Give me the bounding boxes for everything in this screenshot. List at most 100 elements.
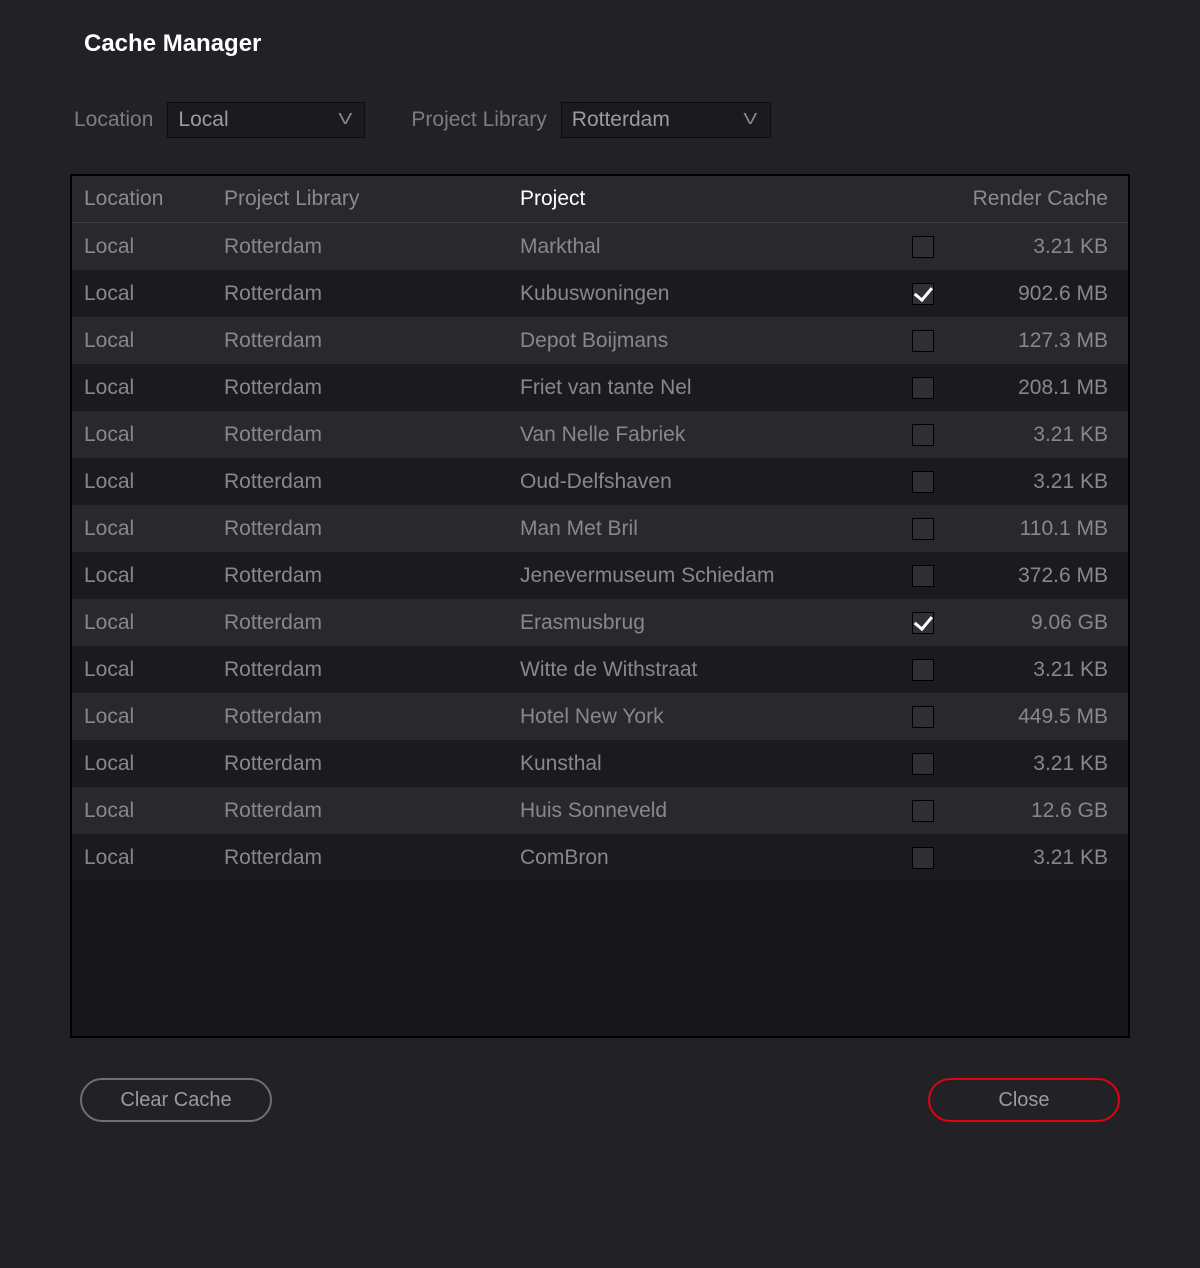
render-cache-checkbox[interactable] — [912, 706, 934, 728]
cell-library: Rotterdam — [224, 235, 520, 259]
cell-library: Rotterdam — [224, 282, 520, 306]
render-cache-checkbox[interactable] — [912, 518, 934, 540]
cell-size: 9.06 GB — [940, 611, 1112, 635]
cell-size: 372.6 MB — [940, 564, 1112, 588]
render-cache-checkbox[interactable] — [912, 565, 934, 587]
cell-location: Local — [84, 376, 224, 400]
cell-project: Kubuswoningen — [520, 282, 912, 306]
cell-location: Local — [84, 423, 224, 447]
render-cache-checkbox[interactable] — [912, 236, 934, 258]
table-row[interactable]: LocalRotterdamKubuswoningen 902.6 MB — [72, 270, 1128, 317]
table-row[interactable]: LocalRotterdamJenevermuseum Schiedam372.… — [72, 552, 1128, 599]
cell-project: Kunsthal — [520, 752, 912, 776]
footer-bar: Clear Cache Close — [70, 1078, 1130, 1122]
location-filter-label: Location — [74, 108, 153, 132]
cell-size: 3.21 KB — [940, 846, 1112, 870]
render-cache-checkbox[interactable] — [912, 800, 934, 822]
cell-location: Local — [84, 329, 224, 353]
chevron-down-icon: V — [338, 111, 352, 129]
cell-project: Oud-Delfshaven — [520, 470, 912, 494]
library-dropdown-value: Rotterdam — [572, 108, 670, 132]
cache-table: Location Project Library Project Render … — [70, 174, 1130, 1038]
cache-manager-window: Cache Manager Location Local V Project L… — [70, 0, 1130, 1162]
table-row[interactable]: LocalRotterdamErasmusbrug9.06 GB — [72, 599, 1128, 646]
table-header-row: Location Project Library Project Render … — [72, 176, 1128, 223]
cell-size: 3.21 KB — [940, 235, 1112, 259]
cell-size: 12.6 GB — [940, 799, 1112, 823]
cell-location: Local — [84, 799, 224, 823]
cell-library: Rotterdam — [224, 376, 520, 400]
column-header-library[interactable]: Project Library — [224, 187, 520, 211]
cell-project: Erasmusbrug — [520, 611, 912, 635]
cell-size: 110.1 MB — [940, 517, 1112, 541]
table-row[interactable]: LocalRotterdamVan Nelle Fabriek3.21 KB — [72, 411, 1128, 458]
cell-size: 902.6 MB — [940, 282, 1112, 306]
cell-location: Local — [84, 282, 224, 306]
table-row[interactable]: LocalRotterdamMan Met Bril 110.1 MB — [72, 505, 1128, 552]
render-cache-checkbox[interactable] — [912, 471, 934, 493]
cell-size: 3.21 KB — [940, 470, 1112, 494]
render-cache-checkbox[interactable] — [912, 377, 934, 399]
cell-project: Van Nelle Fabriek — [520, 423, 912, 447]
cell-library: Rotterdam — [224, 470, 520, 494]
cell-location: Local — [84, 517, 224, 541]
cell-location: Local — [84, 470, 224, 494]
library-filter-label: Project Library — [411, 108, 546, 132]
column-header-project[interactable]: Project — [520, 187, 912, 211]
table-row[interactable]: LocalRotterdamWitte de Withstraat3.21 KB — [72, 646, 1128, 693]
column-header-render-cache[interactable]: Render Cache — [940, 187, 1112, 211]
render-cache-checkbox[interactable] — [912, 659, 934, 681]
cell-project: Depot Boijmans — [520, 329, 912, 353]
table-row[interactable]: LocalRotterdamFriet van tante Nel 208.1 M… — [72, 364, 1128, 411]
table-row[interactable]: LocalRotterdamMarkthal 3.21 KB — [72, 223, 1128, 270]
cell-library: Rotterdam — [224, 564, 520, 588]
table-row[interactable]: LocalRotterdamOud-Delfshaven 3.21 KB — [72, 458, 1128, 505]
cell-project: Man Met Bril — [520, 517, 912, 541]
library-dropdown[interactable]: Rotterdam V — [561, 102, 771, 138]
cell-project: Markthal — [520, 235, 912, 259]
render-cache-checkbox[interactable] — [912, 847, 934, 869]
cell-size: 3.21 KB — [940, 752, 1112, 776]
cell-library: Rotterdam — [224, 423, 520, 447]
cell-project: Witte de Withstraat — [520, 658, 912, 682]
table-body: LocalRotterdamMarkthal3.21 KBLocalRotter… — [72, 223, 1128, 881]
table-row[interactable]: LocalRotterdamHotel New York 449.5 MB — [72, 693, 1128, 740]
render-cache-checkbox[interactable] — [912, 424, 934, 446]
render-cache-checkbox[interactable] — [912, 753, 934, 775]
render-cache-checkbox[interactable] — [912, 330, 934, 352]
cell-project: Huis Sonneveld — [520, 799, 912, 823]
table-row[interactable]: LocalRotterdamHuis Sonneveld 12.6 GB — [72, 787, 1128, 834]
clear-cache-button[interactable]: Clear Cache — [80, 1078, 272, 1122]
cell-library: Rotterdam — [224, 799, 520, 823]
render-cache-checkbox[interactable] — [912, 283, 934, 305]
cell-location: Local — [84, 705, 224, 729]
close-button[interactable]: Close — [928, 1078, 1120, 1122]
table-row[interactable]: LocalRotterdamKunsthal 3.21 KB — [72, 740, 1128, 787]
location-dropdown[interactable]: Local V — [167, 102, 365, 138]
cell-library: Rotterdam — [224, 658, 520, 682]
table-row[interactable]: LocalRotterdamDepot Boijmans 127.3 MB — [72, 317, 1128, 364]
cell-library: Rotterdam — [224, 329, 520, 353]
cell-project: Friet van tante Nel — [520, 376, 912, 400]
cell-location: Local — [84, 752, 224, 776]
render-cache-checkbox[interactable] — [912, 612, 934, 634]
cell-size: 208.1 MB — [940, 376, 1112, 400]
cell-location: Local — [84, 658, 224, 682]
cell-library: Rotterdam — [224, 517, 520, 541]
chevron-down-icon: V — [744, 111, 758, 129]
cell-library: Rotterdam — [224, 611, 520, 635]
window-title: Cache Manager — [84, 30, 1130, 58]
cell-project: Hotel New York — [520, 705, 912, 729]
cell-location: Local — [84, 564, 224, 588]
cell-library: Rotterdam — [224, 705, 520, 729]
cell-size: 127.3 MB — [940, 329, 1112, 353]
cell-library: Rotterdam — [224, 846, 520, 870]
cell-location: Local — [84, 235, 224, 259]
column-header-location[interactable]: Location — [84, 187, 224, 211]
table-row[interactable]: LocalRotterdamComBron 3.21 KB — [72, 834, 1128, 881]
cell-project: ComBron — [520, 846, 912, 870]
cell-location: Local — [84, 846, 224, 870]
cell-size: 449.5 MB — [940, 705, 1112, 729]
cell-library: Rotterdam — [224, 752, 520, 776]
location-dropdown-value: Local — [178, 108, 228, 132]
